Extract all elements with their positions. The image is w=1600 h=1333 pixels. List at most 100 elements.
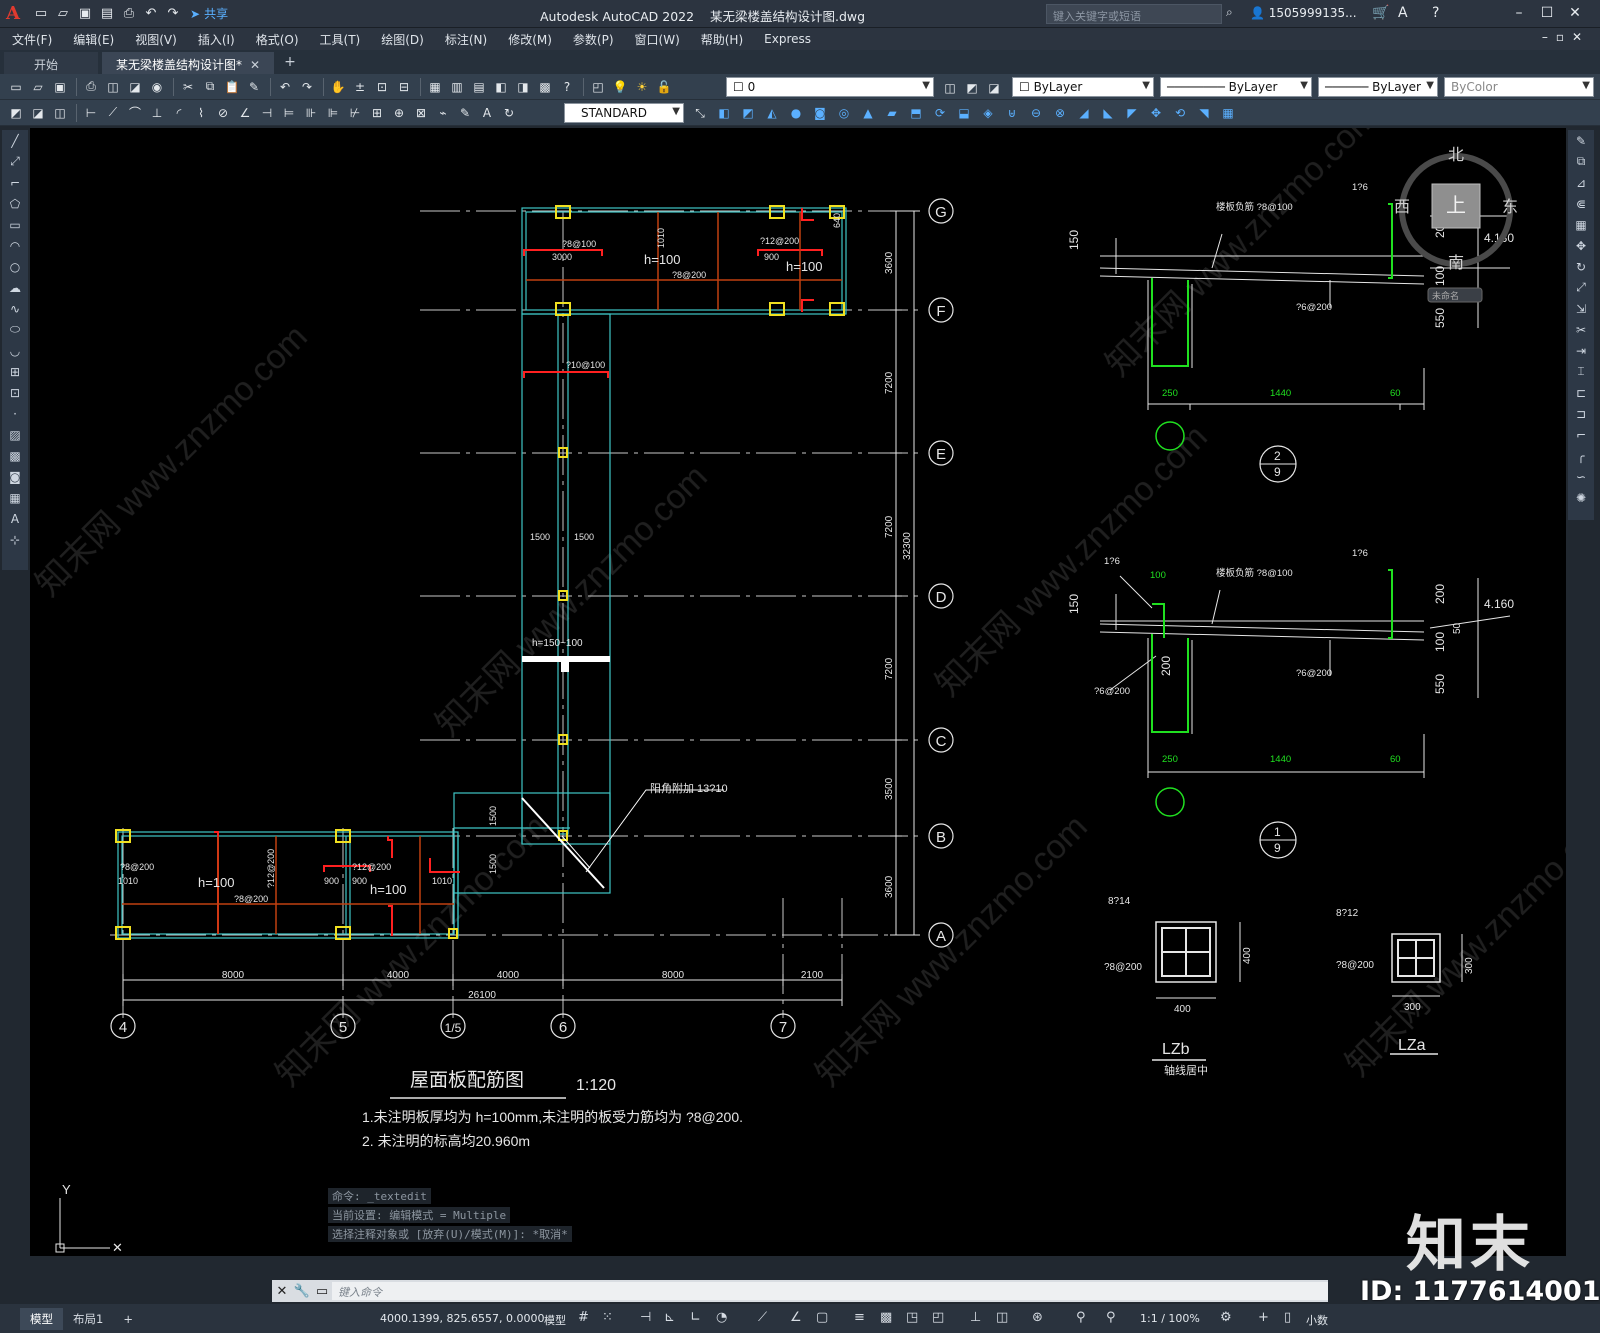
sheet-set-icon[interactable]: ◧ — [491, 77, 511, 97]
slice-icon[interactable]: ◢ — [1074, 103, 1094, 123]
infer-icon[interactable]: ⊣ — [640, 1310, 651, 1325]
cart-icon[interactable]: 🛒 — [1372, 5, 1389, 21]
tab-layout1[interactable]: 布局1 — [63, 1308, 113, 1330]
offset-icon[interactable]: ⋐ — [1570, 193, 1592, 214]
tab-start[interactable]: 开始 — [4, 52, 99, 74]
subtract-icon[interactable]: ⊖ — [1026, 103, 1046, 123]
fillet-icon[interactable]: ╭ — [1570, 445, 1592, 466]
3d-array-icon[interactable]: ▦ — [1218, 103, 1238, 123]
array-icon[interactable]: ▦ — [1570, 214, 1592, 235]
calculator-icon[interactable]: ▩ — [535, 77, 555, 97]
command-input[interactable]: 键入命令 — [332, 1282, 1328, 1300]
line-icon[interactable]: ╱ — [4, 130, 26, 151]
open-file-icon[interactable]: ▱ — [54, 5, 72, 23]
center-mark-icon[interactable]: ⊕ — [389, 103, 409, 123]
grid-icon[interactable]: # — [578, 1310, 589, 1325]
cut-icon[interactable]: ✂ — [178, 77, 198, 97]
lock-icon[interactable]: 🔓 — [654, 77, 674, 97]
blend-icon[interactable]: ∽ — [1570, 466, 1592, 487]
redo-icon[interactable]: ↷ — [297, 77, 317, 97]
dim-space-icon[interactable]: ⊫ — [323, 103, 343, 123]
intersect-icon[interactable]: ⊗ — [1050, 103, 1070, 123]
construction-line-icon[interactable]: ⤢ — [4, 151, 26, 172]
dim-break-icon[interactable]: ⊬ — [345, 103, 365, 123]
arc-icon[interactable]: ◠ — [4, 235, 26, 256]
insert-block-icon[interactable]: ⊞ — [4, 361, 26, 382]
help-icon[interactable]: ? — [557, 77, 577, 97]
close-command-icon[interactable]: ✕ — [272, 1284, 292, 1299]
drawing-canvas[interactable]: 知末网 www.znzmo.com 知末网 www.znzmo.com 知末网 … — [30, 128, 1566, 1256]
user-account[interactable]: 👤 1505999135... — [1250, 6, 1357, 20]
units-label[interactable]: 小数 — [1306, 1312, 1328, 1328]
gradient-icon[interactable]: ▩ — [4, 445, 26, 466]
rotate-icon[interactable]: ↻ — [1570, 256, 1592, 277]
chamfer-icon[interactable]: ⌐ — [1570, 424, 1592, 445]
minimize-button[interactable]: – — [1506, 3, 1532, 23]
plotstyle-dropdown[interactable]: ByColor ▼ — [1444, 77, 1594, 97]
maximize-button[interactable]: ☐ — [1534, 3, 1560, 23]
dim-style-icon[interactable]: ⤡ — [690, 103, 710, 123]
color-dropdown[interactable]: ☐ ByLayer ▼ — [1012, 77, 1154, 97]
diameter-dim-icon[interactable]: ⊘ — [213, 103, 233, 123]
polar-icon[interactable]: ◔ — [716, 1310, 727, 1325]
save-icon[interactable]: ▣ — [50, 77, 70, 97]
layer-state-icon[interactable]: ◫ — [940, 78, 960, 98]
jogged-linear-icon[interactable]: ⌁ — [433, 103, 453, 123]
menu-modify[interactable]: 修改(M) — [508, 31, 552, 48]
inspection-icon[interactable]: ⊠ — [411, 103, 431, 123]
undo-icon[interactable]: ↶ — [275, 77, 295, 97]
object-snap-tracking-icon[interactable]: ∠ — [790, 1310, 802, 1325]
polygon-icon[interactable]: ⬠ — [4, 193, 26, 214]
move-icon[interactable]: ✥ — [1570, 235, 1592, 256]
extend-icon[interactable]: ⇥ — [1570, 340, 1592, 361]
dim-edit-icon[interactable]: ✎ — [455, 103, 475, 123]
union-icon[interactable]: ⊎ — [1002, 103, 1022, 123]
workspace-gear-icon[interactable]: ⚙ — [1220, 1310, 1232, 1325]
help-icon[interactable]: ? — [1432, 5, 1439, 21]
ortho-icon[interactable]: ∟ — [690, 1310, 701, 1325]
print-icon[interactable]: ⎙ — [81, 77, 101, 97]
aligned-dim-icon[interactable]: ⟋ — [103, 103, 123, 123]
annotation-scale[interactable]: 1:1 / 100% — [1140, 1312, 1200, 1325]
3d-osnap-icon[interactable]: ◰ — [932, 1310, 944, 1325]
menu-insert[interactable]: 插入(I) — [198, 31, 235, 48]
linear-dim-icon[interactable]: ⊢ — [81, 103, 101, 123]
cone-icon[interactable]: ◭ — [762, 103, 782, 123]
dynamic-input-icon[interactable]: ⊾ — [664, 1310, 675, 1325]
menu-format[interactable]: 格式(O) — [256, 31, 299, 48]
interfere-icon[interactable]: ◣ — [1098, 103, 1118, 123]
app-store-icon[interactable]: A — [1398, 5, 1408, 21]
revolve-icon[interactable]: ⟳ — [930, 103, 950, 123]
copy-icon[interactable]: ⧉ — [200, 77, 220, 97]
multiline-text-icon[interactable]: A — [4, 508, 26, 529]
pyramid-icon[interactable]: ▲ — [858, 103, 878, 123]
paste-icon[interactable]: 📋 — [222, 77, 242, 97]
spline-icon[interactable]: ∿ — [4, 298, 26, 319]
auto-scale-icon[interactable]: ⚲ — [1106, 1310, 1116, 1325]
zoom-realtime-icon[interactable]: ± — [350, 77, 370, 97]
3d-print-icon[interactable]: ◉ — [147, 77, 167, 97]
arc-length-icon[interactable]: ⌒ — [125, 103, 145, 123]
layer-walk-icon[interactable]: ◪ — [28, 103, 48, 123]
3d-align-icon[interactable]: ◥ — [1194, 103, 1214, 123]
3d-move-icon[interactable]: ✥ — [1146, 103, 1166, 123]
continue-dim-icon[interactable]: ⊪ — [301, 103, 321, 123]
sphere-icon[interactable]: ● — [786, 103, 806, 123]
menu-tools[interactable]: 工具(T) — [320, 31, 361, 48]
polyline-icon[interactable]: ⌐ — [4, 172, 26, 193]
menu-edit[interactable]: 编辑(E) — [73, 31, 114, 48]
dimstyle-dropdown[interactable]: STANDARD ▼ — [564, 103, 684, 123]
tab-model[interactable]: 模型 — [20, 1307, 63, 1330]
cylinder-icon[interactable]: ◙ — [810, 103, 830, 123]
selection-filter-icon[interactable]: ◫ — [996, 1310, 1008, 1325]
scale-icon[interactable]: ⤢ — [1570, 277, 1592, 298]
new-file-icon[interactable]: ▭ — [32, 5, 50, 23]
lineweight-dropdown[interactable]: ────── ByLayer ▼ — [1318, 77, 1438, 97]
preview-icon[interactable]: ◫ — [103, 77, 123, 97]
sun-icon[interactable]: ☀ — [632, 77, 652, 97]
stretch-icon[interactable]: ⇲ — [1570, 298, 1592, 319]
draw-order-icon[interactable]: ◩ — [6, 103, 26, 123]
save-as-icon[interactable]: ▤ — [98, 5, 116, 23]
point-icon[interactable]: · — [4, 403, 26, 424]
erase-icon[interactable]: ✎ — [1570, 130, 1592, 151]
